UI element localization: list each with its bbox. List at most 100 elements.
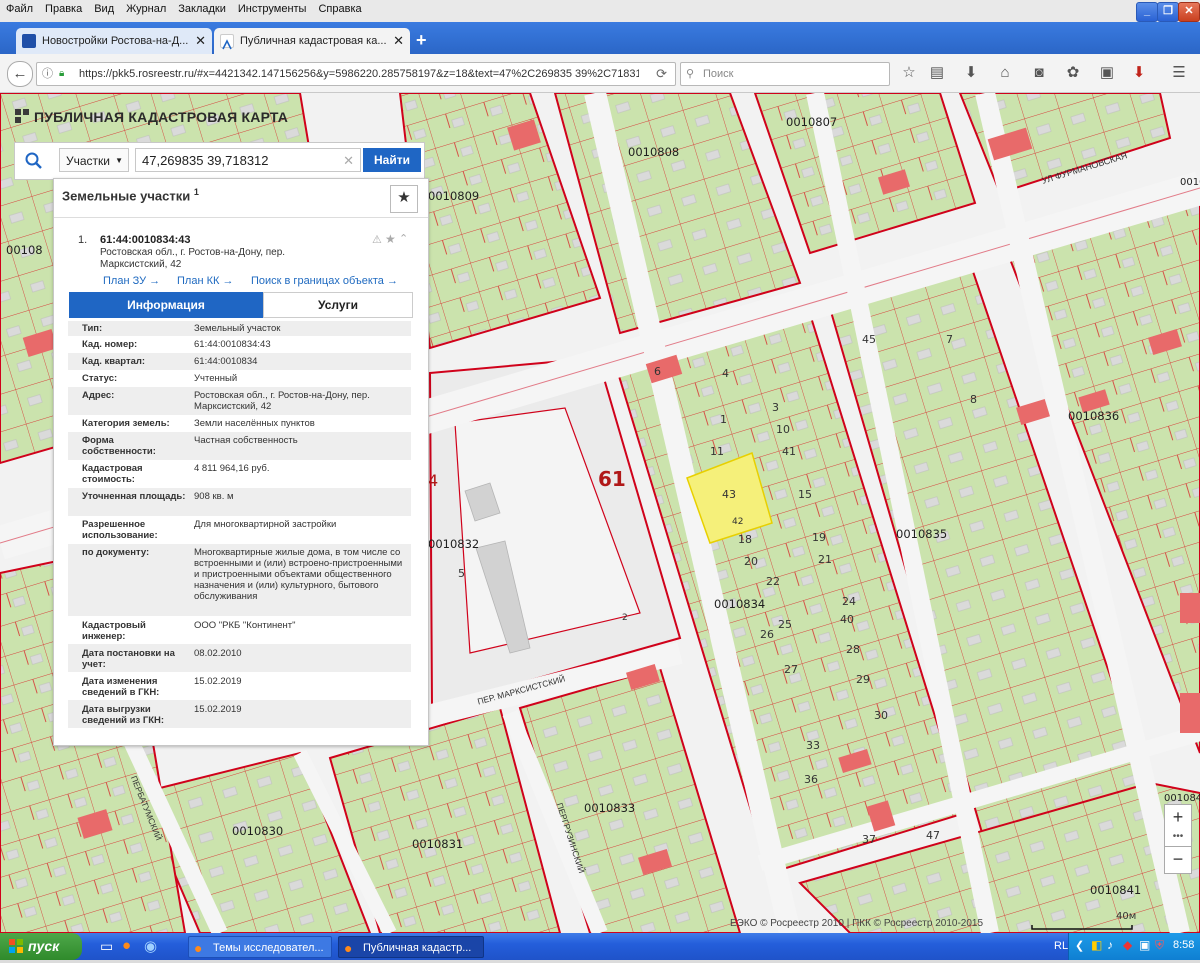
tab-services[interactable]: Услуги <box>263 292 413 318</box>
taskbar <box>0 933 1200 960</box>
parcel-number: 27 <box>784 663 798 676</box>
collapse-icon[interactable]: ⌃ <box>399 232 408 245</box>
taskbar-item-pkk[interactable]: ● Публичная кадастр... <box>338 936 484 958</box>
reload-icon[interactable]: ⟳ <box>656 63 667 85</box>
download-icon[interactable]: ⬇ <box>962 64 980 82</box>
field-row: Дата постановки на учет: 08.02.2010 <box>68 644 411 672</box>
plan-kk-link[interactable]: План КК → <box>177 275 233 287</box>
language-indicator[interactable]: RL <box>1054 940 1068 952</box>
site-favicon-icon <box>22 34 36 48</box>
url-bar[interactable]: ⓘ 🔒︎ https://pkk5.rosreestr.ru/#x=442134… <box>36 62 676 86</box>
minimize-button[interactable]: _ <box>1136 2 1158 22</box>
warning-icon: ⚠ <box>372 234 382 246</box>
antivirus-icon[interactable]: ◆ <box>1123 938 1132 952</box>
menu-edit[interactable]: Правка <box>39 0 88 15</box>
menu-help[interactable]: Справка <box>312 0 367 15</box>
cad-number-link[interactable]: 61:44:0010834:43 <box>194 339 408 350</box>
result-index: 1. <box>78 234 88 246</box>
parcel-number: 26 <box>760 628 774 641</box>
info-icon[interactable]: ⓘ <box>42 63 53 85</box>
search-panel: Участки ▼ 47,269835 39,718312 ✕ Найти <box>14 142 425 180</box>
back-arrow-icon[interactable]: ← <box>7 61 33 87</box>
parcel-number: 2 <box>622 613 628 623</box>
browser-search-input[interactable]: ⚲ Поиск <box>680 62 890 86</box>
quarter-label: 0010841 <box>1090 883 1142 897</box>
bookmark-star-icon[interactable]: ☆ <box>900 64 918 82</box>
field-row: Разрешенное использование: Для многокварт… <box>82 519 337 541</box>
parcel-number: 25 <box>778 618 792 631</box>
reading-list-icon[interactable]: ▤ <box>928 64 946 82</box>
parcel-number: 28 <box>846 643 860 656</box>
building-red <box>1180 593 1200 623</box>
close-tab-icon[interactable]: ✕ <box>393 28 404 54</box>
field-row: Тип: Земельный участок <box>68 321 411 336</box>
zoom-out-button[interactable]: − <box>1164 846 1192 874</box>
result-address: Ростовская обл., г. Ростов-на-Дону, пер.… <box>100 247 286 270</box>
tab-novostroyki[interactable]: Новостройки Ростова-на-Д... ✕ <box>16 28 212 54</box>
menu-bookmarks[interactable]: Закладки <box>172 0 232 15</box>
parcel-number: 4 <box>722 367 729 380</box>
menu-bar: Файл Правка Вид Журнал Закладки Инструменты Сп… <box>0 0 1200 23</box>
parcel-number: 41 <box>782 445 796 458</box>
maximize-button[interactable]: ❐ <box>1157 2 1179 22</box>
quarter-label: 0010809 <box>428 189 480 203</box>
parcel-number: 37 <box>862 833 876 846</box>
search-type-select[interactable]: Участки ▼ <box>59 148 129 172</box>
new-tab-icon[interactable]: + <box>416 30 427 51</box>
parcel-number: 11 <box>710 445 724 458</box>
chevron-left-icon[interactable]: ❮ <box>1075 939 1084 952</box>
parcel-number: 45 <box>862 333 876 346</box>
parcel-number: 36 <box>804 773 818 786</box>
menu-file[interactable]: Файл <box>0 0 39 15</box>
field-row: по документу: Многоквартирные жилые дома,… <box>68 544 411 616</box>
favorite-star-icon[interactable]: ★ <box>390 185 418 213</box>
ie-icon[interactable]: ◉ <box>144 937 157 955</box>
parcel-number: 15 <box>798 488 812 501</box>
zoom-in-button[interactable]: + <box>1164 804 1192 832</box>
quarter-label: 0010831 <box>412 837 464 851</box>
plan-zu-link[interactable]: План ЗУ → <box>103 275 160 287</box>
hamburger-menu-icon[interactable]: ☰ <box>1170 64 1188 82</box>
menu-view[interactable]: Вид <box>88 0 120 15</box>
desktop-icon[interactable]: ▭ <box>100 938 113 955</box>
search-icon[interactable] <box>15 143 53 179</box>
screenshot-icon[interactable]: ▣ <box>1098 64 1116 82</box>
pocket-icon[interactable]: ◙ <box>1030 64 1048 82</box>
tab-information[interactable]: Информация <box>69 292 263 318</box>
network-icon[interactable]: ◧ <box>1091 938 1102 952</box>
tab-pkk[interactable]: Публичная кадастровая ка... ✕ <box>214 28 410 54</box>
parcel-number: 1 <box>720 413 727 426</box>
monitor-icon[interactable]: ▣ <box>1139 938 1150 952</box>
close-tab-icon[interactable]: ✕ <box>195 28 206 54</box>
parcel-number: 43 <box>722 488 736 501</box>
firefox-icon[interactable]: ● <box>122 937 131 954</box>
parcel-number: 5 <box>458 567 465 580</box>
shield-icon[interactable]: ⛨ <box>1155 938 1164 953</box>
parcel-number: 30 <box>874 709 888 722</box>
district-label: 4 <box>428 471 439 490</box>
close-window-button[interactable]: ✕ <box>1178 2 1200 22</box>
menu-tools[interactable]: Инструменты <box>232 0 313 15</box>
star-icon[interactable]: ★ <box>385 232 396 246</box>
volume-icon[interactable]: ♪ <box>1107 938 1113 952</box>
parcel-number: 24 <box>842 595 856 608</box>
parcel-number: 7 <box>946 333 953 346</box>
taskbar-item-themes[interactable]: ● Темы исследовател... <box>188 936 332 958</box>
menu-history[interactable]: Журнал <box>120 0 172 15</box>
start-button[interactable]: пуск <box>0 933 82 960</box>
search-within-link[interactable]: Поиск в границах объекта → <box>251 275 398 287</box>
cad-quarter-link[interactable]: 61:44:0010834 <box>194 356 408 367</box>
search-input[interactable]: 47,269835 39,718312 ✕ <box>135 148 361 172</box>
addon-icon[interactable]: ✿ <box>1064 64 1082 82</box>
clock[interactable]: 8:58 <box>1173 939 1194 951</box>
quarter-label: 00108 <box>6 243 43 257</box>
home-icon[interactable]: ⌂ <box>996 64 1014 82</box>
find-button[interactable]: Найти <box>363 148 421 172</box>
parcel-number: 40 <box>840 613 854 626</box>
download-helper-icon[interactable]: ⬇ <box>1130 64 1148 82</box>
clear-icon[interactable]: ✕ <box>343 149 354 173</box>
pkk-logo-icon <box>14 108 30 124</box>
system-tray: ❮ ◧ ♪ ◆ ▣ ⛨ 8:58 <box>1068 933 1200 960</box>
result-cad-number[interactable]: 61:44:0010834:43 <box>100 234 191 246</box>
scale-label: 40м <box>1116 911 1137 922</box>
